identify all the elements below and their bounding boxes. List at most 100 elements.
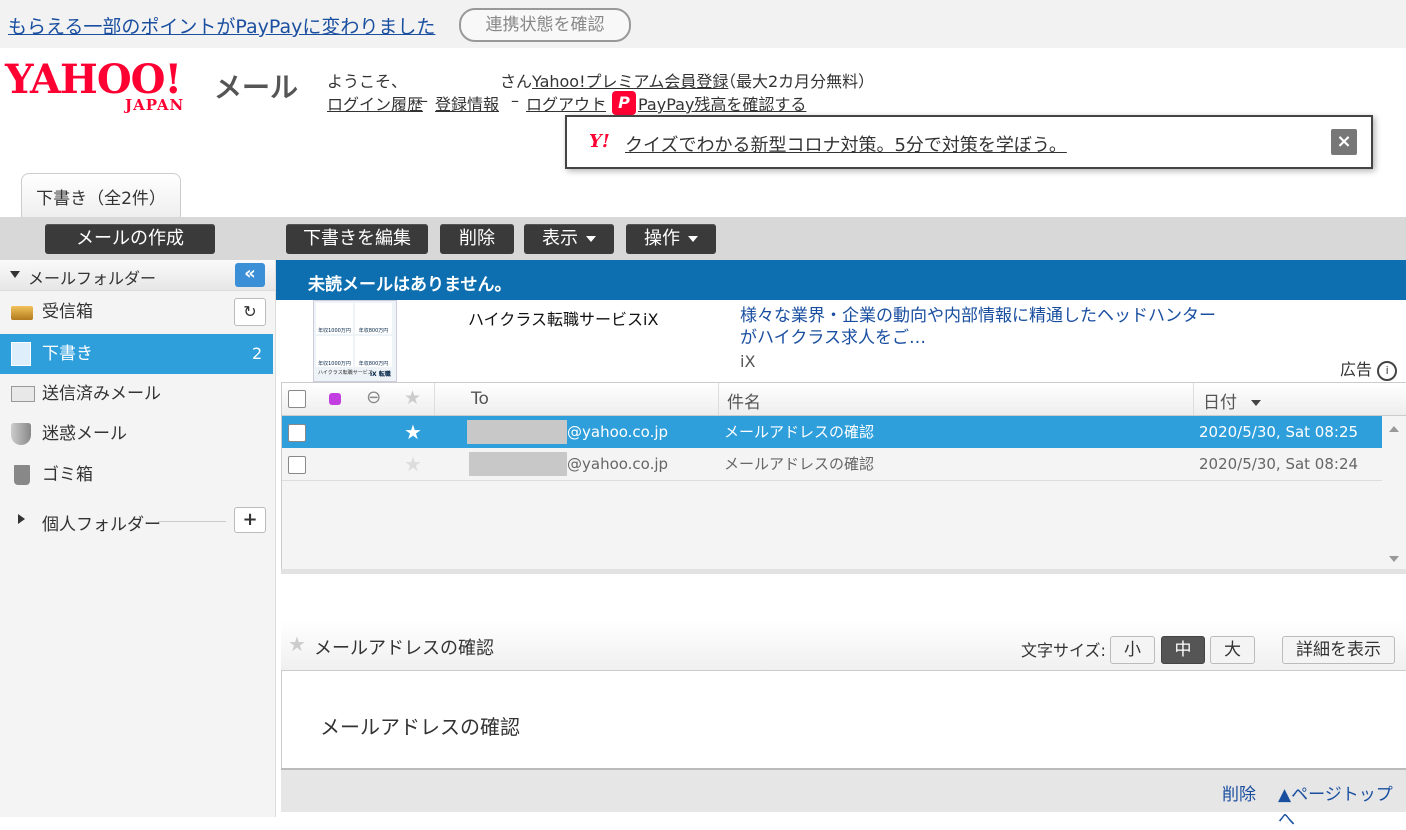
action-label: 操作 [644,228,680,249]
footer-delete-link[interactable]: 削除 [1222,780,1256,805]
preview-subject: メールアドレスの確認 [314,638,494,659]
star-icon[interactable]: ★ [404,448,422,480]
unread-status-bar: 未読メールはありません。 [276,260,1406,300]
ad-thumbnail[interactable]: 年収1000万円 年収800万円 年収1000万円 年収800万円 ハイクラス転… [313,300,397,382]
paypay-icon: P [612,91,636,115]
column-subject[interactable]: 件名 [727,388,761,413]
san-text: さん [500,72,533,91]
recipient: @yahoo.co.jp [567,455,669,473]
page-top-link[interactable]: ▲ページトップへ [1278,780,1406,830]
separator: – [597,91,605,110]
ad-label-text: 広告 [1340,360,1373,379]
sort-down-icon [1251,400,1261,406]
folder-header[interactable]: メールフォルダー « [0,260,275,291]
subject: メールアドレスの確認 [724,423,875,441]
paperclip-icon[interactable]: ⊘ [361,385,387,411]
draft-count: 2 [252,344,263,363]
login-history-link[interactable]: ログイン履歴 [327,91,423,115]
sidebar-item-drafts[interactable]: 下書き 2 [0,334,273,374]
thumb-person: 年収1000万円 [316,303,353,334]
font-size-label: 文字サイズ: [1021,641,1106,660]
scroll-down-icon[interactable] [1389,556,1399,562]
font-size-small[interactable]: 小 [1110,636,1155,664]
personal-folders[interactable]: 個人フォルダー + [0,504,273,538]
triangle-right-icon [18,514,25,524]
paypay-points-link[interactable]: もらえる一部のポイントがPayPayに変わりました [8,12,435,39]
thumb-person: 年収800万円 [355,303,392,334]
view-dropdown[interactable]: 表示 [524,224,614,254]
personal-folders-label: 個人フォルダー [42,515,161,535]
font-size-large[interactable]: 大 [1210,636,1255,664]
logout-link[interactable]: ログアウト [526,91,606,115]
add-folder-button[interactable]: + [234,507,266,533]
logo-sub: JAPAN [125,96,185,114]
covid-quiz-link[interactable]: クイズでわかる新型コロナ対策。5分で対策を学ぼう。 [625,131,1067,157]
sidebar-item-spam[interactable]: 迷惑メール [0,414,273,454]
sidebar-item-label: 送信済みメール [42,384,161,404]
premium-signup-link[interactable]: Yahoo!プレミアム会員登録 [532,68,728,92]
redacted-name [469,452,567,476]
service-name: メール [214,71,299,104]
preview-body-text: メールアドレスの確認 [320,715,520,739]
collapse-sidebar-button[interactable]: « [235,263,265,287]
thumb-text: 年収1000万円 [318,361,351,367]
paypay-balance-link[interactable]: PayPay残高を確認する [638,91,806,115]
ad-title-link[interactable]: ハイクラス転職サービスiX [468,306,658,330]
separator: – [420,91,428,110]
info-icon: i [1377,360,1398,381]
subject: メールアドレスの確認 [724,455,875,473]
preview-body: メールアドレスの確認 [281,671,1406,768]
close-icon[interactable]: × [1331,129,1357,155]
sidebar-item-label: ゴミ箱 [42,465,93,485]
star-column-icon[interactable]: ★ [404,387,421,409]
chevron-down-icon [586,236,596,242]
list-scrollbar[interactable] [1384,416,1404,566]
delete-button[interactable]: 削除 [440,224,514,254]
welcome-text: ようこそ、 [327,72,408,91]
thumb-text: 年収1000万円 [318,328,351,334]
ad-label[interactable]: 広告 i [1340,356,1398,381]
chevron-down-icon [688,236,698,242]
yahoo-mark-icon: Y! [589,131,610,152]
compose-button[interactable]: メールの作成 [45,224,215,254]
column-date-label: 日付 [1203,393,1237,413]
show-details-button[interactable]: 詳細を表示 [1282,636,1395,664]
preview-footer: 削除 ▲ページトップへ [281,768,1406,830]
action-dropdown[interactable]: 操作 [626,224,716,254]
row-checkbox[interactable] [288,424,306,442]
refresh-icon[interactable]: ↻ [234,298,266,326]
premium-note: （最大2カ月分無料） [720,72,875,91]
recipient: @yahoo.co.jp [567,423,669,441]
thumb-text: 年収800万円 [358,361,389,367]
select-all-checkbox[interactable] [288,390,306,408]
table-row[interactable]: ★ @yahoo.co.jp メールアドレスの確認 2020/5/30, Sat… [282,448,1382,481]
folder-header-label: メールフォルダー [28,269,157,288]
color-label-icon[interactable] [329,393,341,405]
thumb-grid: 年収1000万円 年収800万円 年収1000万円 年収800万円 [316,303,392,367]
date: 2020/5/30, Sat 08:25 [1199,423,1359,441]
date: 2020/5/30, Sat 08:24 [1199,455,1359,473]
preview-star-icon[interactable]: ★ [288,632,306,656]
inbox-icon [11,306,33,320]
thumb-caption: iX 転職 [370,371,391,378]
spam-shield-icon [11,423,31,445]
sidebar-item-inbox[interactable]: 受信箱 ↻ [0,292,273,332]
pane-divider[interactable] [281,569,1406,574]
column-date[interactable]: 日付 [1203,388,1261,413]
table-row[interactable]: ★ @yahoo.co.jp メールアドレスの確認 2020/5/30, Sat… [282,416,1382,448]
font-size-medium[interactable]: 中 [1161,636,1205,664]
separator: – [511,91,519,110]
star-icon[interactable]: ★ [404,416,422,448]
tab-drafts[interactable]: 下書き（全2件） [21,173,181,218]
edit-draft-button[interactable]: 下書きを編集 [286,224,428,254]
sidebar-item-sent[interactable]: 送信済みメール [0,374,273,414]
check-link-status-button[interactable]: 連携状態を確認 [459,8,631,42]
view-label: 表示 [542,228,578,249]
column-to[interactable]: To [471,389,489,409]
row-checkbox[interactable] [288,456,306,474]
yahoo-logo[interactable]: YAHOO! JAPAN [5,56,210,118]
sidebar-item-trash[interactable]: ゴミ箱 [0,455,273,495]
ad-description-link[interactable]: 様々な業界・企業の動向や内部情報に精通したヘッドハンターがハイクラス求人をご… [740,305,1220,349]
registration-link[interactable]: 登録情報 [435,91,499,115]
scroll-up-icon[interactable] [1389,426,1399,432]
